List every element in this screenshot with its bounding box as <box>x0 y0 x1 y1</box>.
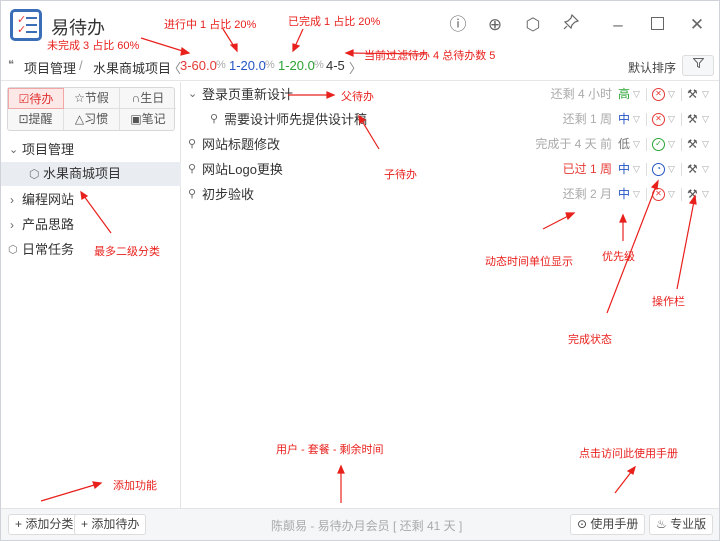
annotation-inprogress: 进行中 1 占比 20% <box>164 19 257 31</box>
annotation-user: 用户 - 套餐 - 剩余时间 <box>276 444 384 456</box>
annotation-child: 子待办 <box>384 169 417 181</box>
annotation-completed: 已完成 1 占比 20% <box>288 16 381 28</box>
annotation-levels: 最多二级分类 <box>94 246 160 258</box>
annotation-time: 动态时间单位显示 <box>485 256 573 268</box>
annotation-uncompleted: 未完成 3 占比 60% <box>47 40 140 52</box>
annotation-filter: 当前过滤待办 4 总待办数 5 <box>364 50 496 62</box>
annotation-parent: 父待办 <box>341 91 374 103</box>
annotation-priority: 优先级 <box>602 251 635 263</box>
app-window: ✓ ✓ 易待办 ⓘ ⊕ ⬡ – ✕ ❝ 项目管理 / 水果商城项目 〈 3-60.… <box>0 0 720 541</box>
annotation-add: 添加功能 <box>113 480 157 492</box>
annotation-ops: 操作栏 <box>652 296 685 308</box>
annotation-state: 完成状态 <box>568 334 612 346</box>
annotation-manual: 点击访问此使用手册 <box>579 448 678 460</box>
